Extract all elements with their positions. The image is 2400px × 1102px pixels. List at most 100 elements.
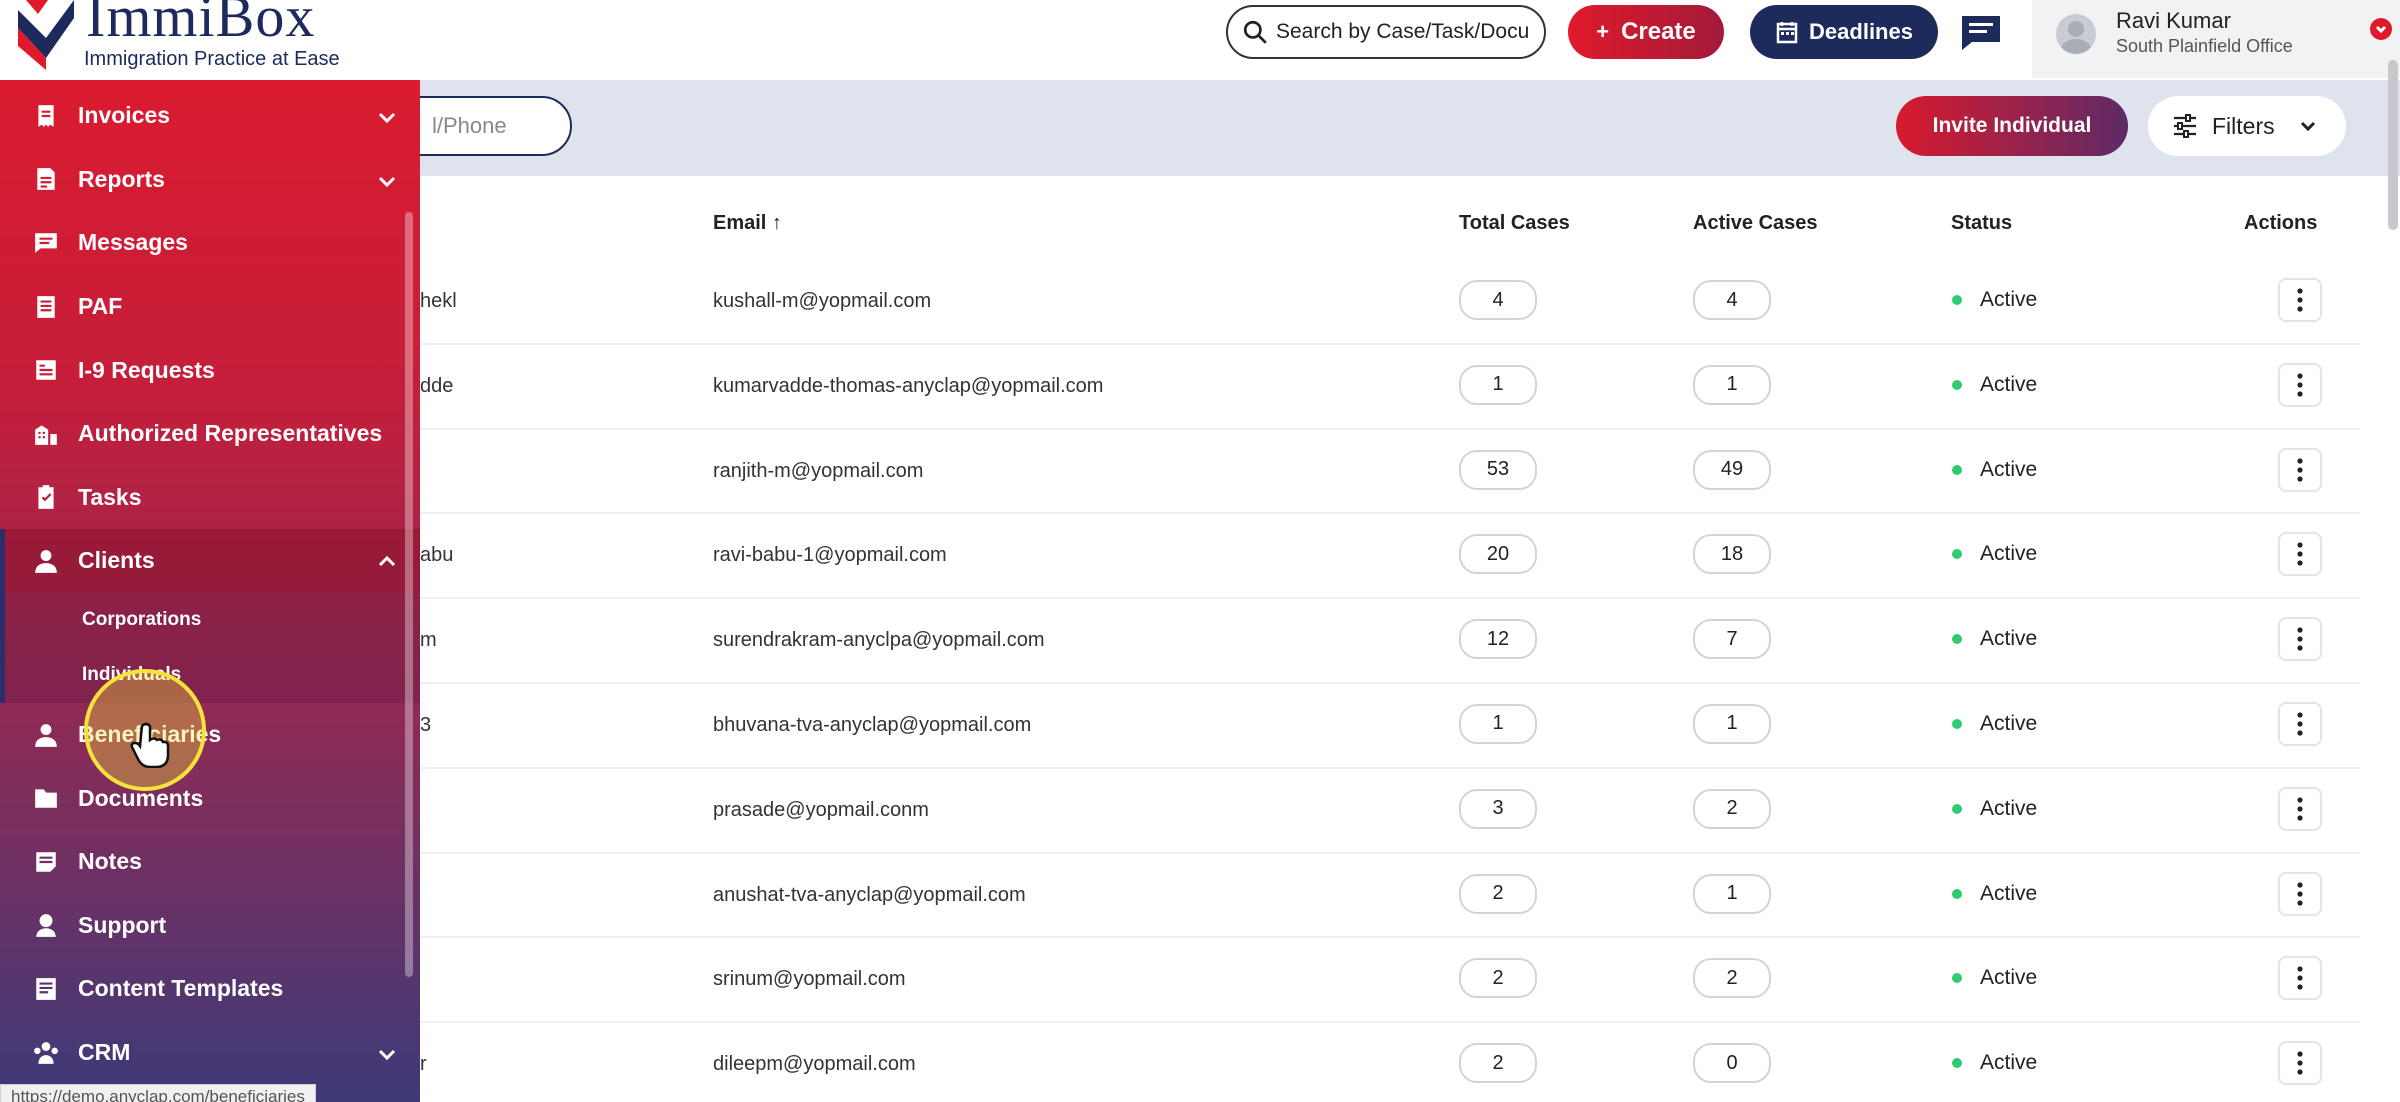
- folder-icon: [32, 784, 60, 812]
- table-row[interactable]: hekl kushall-m@yopmail.com 4 4 Active: [420, 260, 2360, 345]
- user-name: Ravi Kumar: [2116, 8, 2231, 33]
- total-cases-badge: 1: [1459, 364, 1537, 405]
- sidebar-item-invoices[interactable]: Invoices: [0, 84, 420, 148]
- table-row[interactable]: ranjith-m@yopmail.com 53 49 Active: [420, 429, 2360, 515]
- row-email: ravi-babu-1@yopmail.com: [713, 544, 947, 567]
- sidebar: ImmiBox Immigration Practice at Ease Inv…: [0, 0, 420, 1102]
- row-email: dileepm@yopmail.com: [713, 1053, 916, 1076]
- sidebar-item-documents[interactable]: Documents: [0, 766, 420, 830]
- filters-dropdown[interactable]: Filters: [2148, 96, 2346, 156]
- row-actions-button[interactable]: [2278, 447, 2322, 492]
- row-actions-button[interactable]: [2278, 278, 2322, 322]
- global-search-input[interactable]: Search by Case/Task/Docu: [1226, 5, 1546, 59]
- template-icon: [32, 975, 60, 1003]
- sidebar-item-i9-requests[interactable]: I-9 Requests: [0, 338, 420, 402]
- more-vertical-icon: [2297, 712, 2303, 736]
- sidebar-item-support[interactable]: Support: [0, 894, 420, 958]
- status-text: Active: [1980, 966, 2038, 990]
- invoice-icon: [32, 102, 60, 130]
- brand-logo[interactable]: ImmiBox Immigration Practice at Ease: [0, 0, 420, 80]
- row-actions-button[interactable]: [2278, 871, 2322, 916]
- sidebar-item-paf[interactable]: PAF: [0, 275, 420, 339]
- status-badge: Active: [1952, 458, 2037, 482]
- table-row[interactable]: srinum@yopmail.com 2 2 Active: [420, 938, 2360, 1024]
- active-cases-badge: 18: [1693, 534, 1771, 575]
- row-name[interactable]: m: [420, 629, 437, 652]
- sidebar-item-label: Content Templates: [78, 975, 284, 1002]
- status-text: Active: [1980, 542, 2038, 566]
- row-name[interactable]: 3: [420, 714, 431, 737]
- table-row[interactable]: abu ravi-babu-1@yopmail.com 20 18 Active: [420, 514, 2360, 600]
- chevron-down-icon[interactable]: [2370, 18, 2392, 40]
- avatar: [2056, 14, 2096, 54]
- chat-icon[interactable]: [1960, 14, 2002, 52]
- column-header-total-cases[interactable]: Total Cases: [1459, 212, 1570, 235]
- sidebar-item-reports[interactable]: Reports: [0, 148, 420, 212]
- page-scrollbar[interactable]: [2388, 60, 2398, 230]
- row-actions-button[interactable]: [2278, 701, 2322, 746]
- sidebar-item-messages[interactable]: Messages: [0, 211, 420, 275]
- status-text: Active: [1980, 881, 2038, 905]
- table-row[interactable]: m surendrakram-anyclpa@yopmail.com 12 7 …: [420, 599, 2360, 684]
- table-row[interactable]: dde kumarvadde-thomas-anyclap@yopmail.co…: [420, 345, 2360, 430]
- submenu-item-individuals[interactable]: Individuals: [0, 648, 420, 703]
- row-actions-button[interactable]: [2278, 532, 2322, 577]
- column-header-email[interactable]: Email ↑: [713, 212, 782, 235]
- sidebar-item-notes[interactable]: Notes: [0, 830, 420, 894]
- sidebar-item-clients[interactable]: Clients: [0, 529, 420, 593]
- submenu-item-corporations[interactable]: Corporations: [0, 593, 420, 648]
- create-button[interactable]: + Create: [1568, 5, 1724, 59]
- sidebar-item-tasks[interactable]: Tasks: [0, 466, 420, 530]
- row-actions-button[interactable]: [2278, 956, 2322, 1001]
- status-badge: Active: [1952, 797, 2037, 821]
- individuals-table: Email ↑ Total Cases Active Cases Status …: [420, 176, 2360, 1102]
- sidebar-item-label: Notes: [78, 848, 142, 875]
- sidebar-item-beneficiaries[interactable]: Beneficiaries: [0, 703, 420, 767]
- status-text: Active: [1980, 372, 2038, 396]
- status-badge: Active: [1952, 966, 2037, 990]
- sidebar-item-content-templates[interactable]: Content Templates: [0, 957, 420, 1021]
- support-icon: [32, 911, 60, 939]
- sidebar-item-label: I-9 Requests: [78, 356, 215, 383]
- table-row[interactable]: anushat-tva-anyclap@yopmail.com 2 1 Acti…: [420, 854, 2360, 939]
- active-cases-badge: 7: [1693, 619, 1771, 660]
- sidebar-item-label: Authorized Representatives: [78, 420, 383, 447]
- user-avatar-icon: [2060, 21, 2092, 54]
- active-cases-badge: 49: [1693, 449, 1771, 490]
- chevron-down-icon: [2300, 121, 2315, 132]
- deadlines-button[interactable]: Deadlines: [1750, 5, 1938, 59]
- table-row[interactable]: prasade@yopmail.conm 3 2 Active: [420, 768, 2360, 854]
- user-menu[interactable]: Ravi Kumar South Plainfield Office: [2032, 0, 2400, 78]
- crm-icon: [32, 1039, 60, 1067]
- invite-individual-button[interactable]: Invite Individual: [1896, 96, 2128, 156]
- row-email: ranjith-m@yopmail.com: [713, 459, 924, 482]
- sidebar-item-authorized-representatives[interactable]: Authorized Representatives: [0, 402, 420, 466]
- column-header-active-cases[interactable]: Active Cases: [1693, 212, 1818, 235]
- sidebar-item-label: Support: [78, 911, 167, 938]
- active-cases-badge: 1: [1693, 703, 1771, 744]
- status-badge: Active: [1952, 882, 2037, 906]
- active-cases-badge: 1: [1693, 873, 1771, 914]
- active-cases-badge: 2: [1693, 788, 1771, 829]
- plus-icon: +: [1596, 19, 1610, 44]
- row-name[interactable]: r: [420, 1053, 427, 1076]
- sidebar-scrollbar[interactable]: [405, 212, 413, 977]
- row-name[interactable]: hekl: [420, 290, 457, 313]
- table-body: hekl kushall-m@yopmail.com 4 4 Active dd…: [420, 260, 2360, 1102]
- status-badge: Active: [1952, 712, 2037, 736]
- sidebar-item-crm[interactable]: CRM: [0, 1021, 420, 1085]
- status-dot-icon: [1952, 973, 1962, 984]
- more-vertical-icon: [2297, 797, 2303, 821]
- row-email: kumarvadde-thomas-anyclap@yopmail.com: [713, 374, 1104, 397]
- column-header-status[interactable]: Status: [1951, 212, 2012, 235]
- row-name[interactable]: dde: [420, 375, 453, 398]
- row-actions-button[interactable]: [2278, 786, 2322, 831]
- row-actions-button[interactable]: [2278, 617, 2322, 662]
- sliders-icon: [2174, 114, 2196, 138]
- row-name[interactable]: abu: [420, 544, 453, 567]
- row-actions-button[interactable]: [2278, 1041, 2322, 1086]
- more-vertical-icon: [2297, 966, 2303, 990]
- table-row[interactable]: r dileepm@yopmail.com 2 0 Active: [420, 1023, 2360, 1102]
- table-row[interactable]: 3 bhuvana-tva-anyclap@yopmail.com 1 1 Ac…: [420, 684, 2360, 769]
- row-actions-button[interactable]: [2278, 362, 2322, 407]
